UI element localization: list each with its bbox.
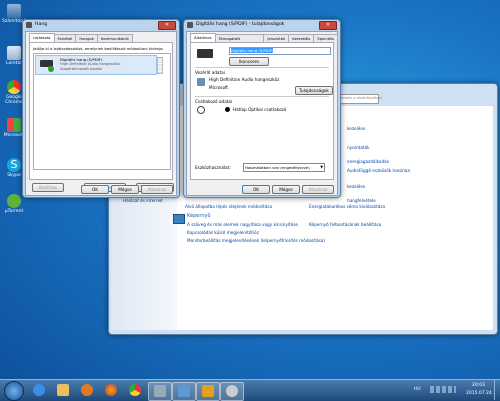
tray-icons[interactable]	[430, 386, 456, 393]
search-placeholder: Keresés a Vezérlőpultban	[339, 96, 382, 100]
cp-link[interactable]: kezelése	[347, 184, 365, 189]
apply-button[interactable]: Alkalmaz	[302, 185, 334, 194]
taskbar-control-panel[interactable]	[172, 382, 196, 401]
cp-link[interactable]: energiagazdálkodás	[347, 159, 389, 164]
controller-vendor: Microsoft	[209, 85, 229, 90]
display-link-monitor[interactable]: Monitorbeállítás megjelenítésének (képer…	[187, 238, 325, 243]
cp-link[interactable]: Audiofüggő eszközök hasznaa	[347, 168, 410, 173]
jack-heading: Csatlakozó adatai	[195, 99, 233, 104]
apply-button[interactable]: Alkalmaz	[141, 185, 173, 194]
ok-button[interactable]: OK	[81, 185, 109, 194]
device-name-value: Digitális hang (S/PDIF)	[231, 48, 274, 53]
change-icon-button[interactable]: Ikoncsere	[229, 57, 269, 66]
tab-playback[interactable]: Lejátszás	[29, 33, 55, 42]
jack-info: Hátlap Optikai csatlakozó	[233, 107, 287, 112]
media-player-icon	[81, 384, 93, 396]
chrome-icon	[7, 80, 21, 94]
device-driver: High Definition Audio hangeszköz	[60, 62, 121, 66]
cp-link[interactable]: kezelése	[347, 126, 365, 131]
computer-icon	[7, 4, 21, 18]
firefox-icon	[105, 384, 117, 396]
speaker-icon	[26, 22, 32, 28]
instruction-text: Jelölje ki a lejátszóeszközt, amelynek b…	[33, 46, 164, 51]
cp-link[interactable]: nyomtatók	[347, 145, 370, 150]
sound-window-title: Hang	[35, 22, 48, 27]
controller-properties-button[interactable]: Tulajdonságok	[295, 86, 333, 95]
display-link-external[interactable]: Kapcsolódás külső megjelenítőhöz	[187, 230, 259, 235]
settings-icon	[226, 385, 238, 397]
usage-select-value: Használatban van (engedélyezve)	[245, 165, 310, 170]
divider	[195, 67, 329, 68]
device-name-field[interactable]: Digitális hang (S/PDIF)	[229, 47, 331, 55]
properties-window-title: Digitális hang (S/PDIF) - tulajdonságok	[196, 22, 285, 27]
usage-select[interactable]: Használatban van (engedélyezve) ▼	[243, 163, 325, 172]
folder-icon	[57, 384, 69, 396]
optical-icon	[225, 107, 230, 112]
sound-app-icon	[202, 385, 214, 397]
taskbar-settings[interactable]	[220, 382, 244, 401]
control-panel-icon	[178, 385, 190, 397]
taskbar: HU 20:03 2015.07.24.	[0, 379, 500, 401]
sound-window-titlebar[interactable]: Hang ✕	[23, 20, 179, 30]
taskbar-media[interactable]	[76, 382, 98, 399]
properties-window-titlebar[interactable]: Digitális hang (S/PDIF) - tulajdonságok …	[184, 20, 340, 30]
desktop-icon-label: µTorrent	[4, 209, 24, 214]
playback-panel: Jelölje ki a lejátszóeszközt, amelynek b…	[29, 42, 173, 180]
controller-heading: Vezérlő adatai	[195, 70, 225, 75]
taskbar-sound[interactable]	[196, 382, 220, 401]
taskbar-ie[interactable]	[28, 382, 50, 399]
close-button[interactable]: ✕	[158, 21, 176, 30]
clock-date[interactable]: 2015.07.24.	[466, 391, 493, 396]
device-icon-large	[197, 49, 213, 58]
show-desktop-button[interactable]	[494, 380, 500, 400]
display-link-resolution[interactable]: Képernyő felbontásának beállítása	[309, 222, 381, 227]
general-panel: Digitális hang (S/PDIF) Ikoncsere Vezérl…	[190, 42, 334, 180]
sleep-link[interactable]: Alvó állapotba lépés idejének módosítása	[185, 204, 272, 209]
display-icon	[173, 214, 185, 224]
sound-window-client: Lejátszás Felvétel Hangok Kommunikáció J…	[25, 31, 177, 196]
utorrent-icon	[7, 194, 21, 208]
start-button[interactable]	[4, 381, 24, 401]
ok-button[interactable]: OK	[242, 185, 270, 194]
cp-link[interactable]: Hálózat és internet	[123, 198, 163, 203]
controller-name: High Definition Audio hangeszköz	[209, 77, 280, 82]
internet-explorer-icon	[33, 384, 45, 396]
cancel-button[interactable]: Mégse	[111, 185, 139, 194]
microsoft-icon	[7, 118, 21, 132]
taskbar-explorer[interactable]	[52, 382, 74, 399]
recycle-bin-icon	[7, 46, 21, 60]
speaker-icon	[187, 22, 193, 28]
display-heading[interactable]: Képernyő	[187, 213, 211, 219]
network-icon	[154, 385, 166, 397]
device-list: Digitális hang (S/PDIF) High Definition …	[33, 53, 171, 170]
control-panel-search[interactable]: Keresés a Vezérlőpultban	[337, 94, 382, 104]
level-meter	[157, 57, 163, 74]
cancel-button[interactable]: Mégse	[272, 185, 300, 194]
chevron-down-icon: ▼	[320, 165, 323, 169]
divider	[195, 96, 329, 97]
speaker-icon	[197, 78, 205, 86]
taskbar-network[interactable]	[148, 382, 172, 401]
clock-time[interactable]: 20:03	[472, 383, 485, 388]
default-check-icon	[48, 66, 54, 72]
sound-window: Hang ✕ Lejátszás Felvétel Hangok Kommuni…	[22, 19, 180, 198]
taskbar-firefox[interactable]	[100, 382, 122, 399]
close-button[interactable]: ✕	[319, 21, 337, 30]
power-plan-link[interactable]: Energiatakarékos séma kiválasztása	[309, 204, 385, 209]
jack-icon	[197, 106, 205, 114]
taskbar-chrome[interactable]	[124, 382, 146, 399]
usage-label: Eszközhasználat:	[195, 165, 231, 170]
chrome-icon	[129, 384, 141, 396]
device-row[interactable]: Digitális hang (S/PDIF) High Definition …	[35, 55, 157, 75]
skype-icon: S	[7, 158, 21, 172]
display-link-text-size[interactable]: A szöveg és más elemek nagyítása vagy ki…	[187, 222, 298, 227]
properties-window: Digitális hang (S/PDIF) - tulajdonságok …	[183, 19, 341, 198]
device-status: Alapértelmezett eszköz	[60, 67, 103, 71]
configure-button[interactable]: Beállítás	[32, 183, 64, 192]
language-indicator[interactable]: HU	[414, 387, 421, 392]
cp-link[interactable]: hangfelvétele	[347, 198, 376, 203]
properties-window-client: Általános Támogatott formátumok Jelszint…	[186, 31, 338, 196]
